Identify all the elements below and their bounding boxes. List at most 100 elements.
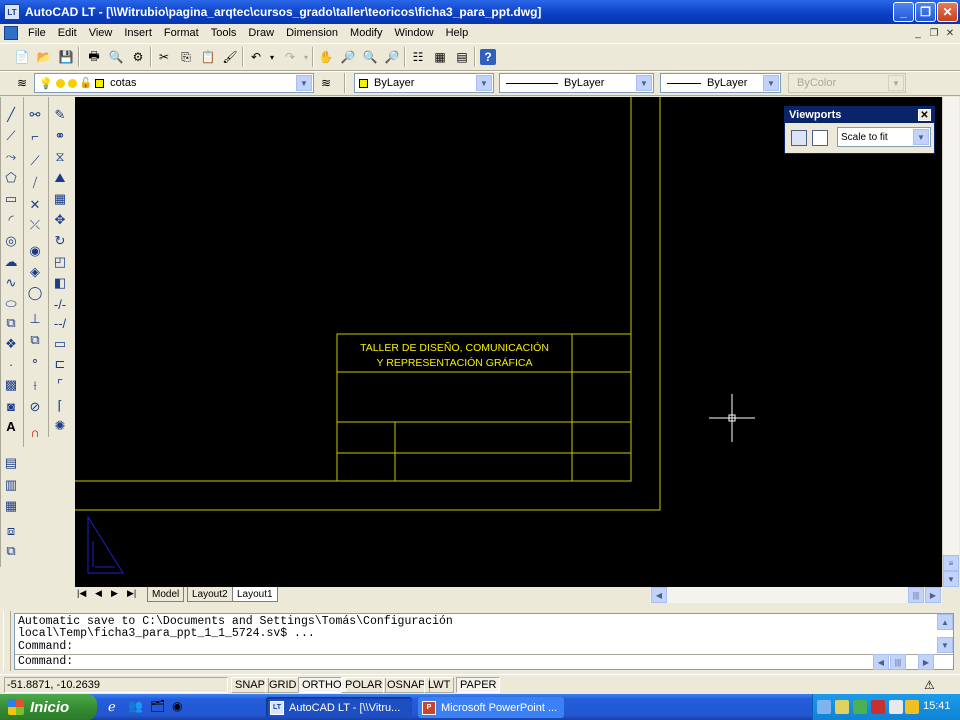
undo-icon[interactable]: ↶ — [248, 49, 264, 65]
scroll-thumb-vertical[interactable]: ≡ — [943, 555, 959, 571]
menu-dimension[interactable]: Dimension — [280, 27, 344, 39]
open-icon[interactable]: 📂 — [36, 49, 52, 65]
viewports-title[interactable]: Viewports — [785, 107, 934, 123]
color-combo[interactable]: ByLayer ▼ — [354, 73, 494, 93]
menu-view[interactable]: View — [83, 27, 119, 39]
construction-line-icon[interactable]: ⟋ — [2, 127, 20, 145]
explorer-icon[interactable]: 🗂 — [150, 699, 166, 715]
first-tab-icon[interactable]: |◀ — [77, 588, 86, 599]
dimension-aligned-icon[interactable]: ▥ — [2, 476, 20, 494]
viewport-icon[interactable]: ⧈ — [2, 522, 20, 540]
menu-modify[interactable]: Modify — [344, 27, 388, 39]
menu-edit[interactable]: Edit — [52, 27, 83, 39]
snap-quadrant-icon[interactable]: ◈ — [26, 263, 44, 281]
maximize-button[interactable]: ❐ — [915, 2, 936, 22]
chamfer-icon[interactable]: ⌜ — [51, 376, 69, 394]
last-tab-icon[interactable]: ▶| — [127, 588, 136, 599]
properties-icon[interactable]: ☷ — [410, 49, 426, 65]
snap-node-icon[interactable]: ∘ — [26, 352, 44, 370]
command-scroll-down-button[interactable]: ▼ — [937, 637, 953, 653]
point-icon[interactable]: · — [2, 355, 20, 373]
menu-format[interactable]: Format — [158, 27, 205, 39]
polar-toggle[interactable]: POLAR — [341, 677, 387, 693]
vertical-scrollbar[interactable] — [942, 97, 959, 587]
tab-layout1[interactable]: Layout1 — [232, 587, 278, 602]
text-icon[interactable]: A — [2, 417, 20, 435]
snap-apparent-intersection-icon[interactable]: ⤫ — [26, 216, 44, 234]
insert-block-icon[interactable]: ⧉ — [2, 314, 20, 332]
chevron-down-icon[interactable]: ▼ — [476, 75, 492, 91]
make-block-icon[interactable]: ❖ — [2, 335, 20, 353]
arc-icon[interactable]: ◜ — [2, 211, 20, 229]
mdi-restore-button[interactable]: ❐ — [926, 26, 942, 40]
lineweight-combo[interactable]: ByLayer ▼ — [660, 73, 781, 93]
tab-layout2[interactable]: Layout2 — [187, 587, 233, 602]
drawing-area[interactable]: TALLER DE DISEÑO, COMUNICACIÓN Y REPRESE… — [75, 97, 942, 587]
next-tab-icon[interactable]: ▶ — [111, 588, 118, 599]
messenger-icon[interactable]: 👥 — [128, 699, 144, 715]
minimize-button[interactable]: _ — [893, 2, 914, 22]
zoom-realtime-icon[interactable]: 🔎 — [340, 49, 356, 65]
move-icon[interactable]: ✥ — [51, 211, 69, 229]
line-icon[interactable]: ╱ — [2, 106, 20, 124]
snap-from-icon[interactable]: ⌐ — [26, 127, 44, 145]
horizontal-scrollbar[interactable] — [650, 587, 942, 603]
layer-combo[interactable]: 💡 🔓 cotas ▼ — [34, 73, 314, 93]
tray-app-icon[interactable] — [835, 700, 849, 714]
snap-endpoint-icon[interactable]: ⟋ — [26, 152, 44, 170]
match-properties-icon[interactable]: 🖌 — [222, 49, 238, 65]
zoom-window-icon[interactable]: 🔍 — [362, 49, 378, 65]
scroll-right-button[interactable]: ▶ — [925, 587, 941, 603]
autocad-app-icon[interactable]: LT — [4, 4, 20, 20]
mdi-close-button[interactable]: ✕ — [942, 26, 958, 40]
menu-window[interactable]: Window — [388, 27, 439, 39]
zoom-extents-icon[interactable]: ⧉ — [2, 542, 20, 560]
plot-preview-icon[interactable]: 🔍 — [108, 49, 124, 65]
osnap-settings-icon[interactable]: ∩ — [26, 423, 44, 441]
chevron-down-icon[interactable]: ▼ — [636, 75, 652, 91]
prev-tab-icon[interactable]: ◀ — [95, 588, 102, 599]
revision-cloud-icon[interactable]: ☁ — [2, 253, 20, 271]
scroll-thumb-horizontal[interactable]: ||| — [908, 587, 924, 603]
rotate-icon[interactable]: ↻ — [51, 232, 69, 250]
dimension-linear-icon[interactable]: ▤ — [2, 454, 20, 472]
close-button[interactable]: ✕ — [937, 2, 958, 22]
snap-nearest-icon[interactable]: ⟊ — [26, 377, 44, 395]
copy-icon[interactable]: ⎘ — [178, 49, 194, 65]
region-icon[interactable]: ◙ — [2, 397, 20, 415]
spline-icon[interactable]: ∿ — [2, 274, 20, 292]
snap-toggle[interactable]: SNAP — [231, 677, 269, 693]
snap-center-icon[interactable]: ◉ — [26, 242, 44, 260]
clock[interactable]: 15:41 — [923, 700, 951, 712]
single-viewport-icon[interactable] — [812, 130, 828, 146]
snap-none-icon[interactable]: ⊘ — [26, 398, 44, 416]
command-scroll-right-button[interactable]: ▶ — [918, 654, 934, 670]
rectangle-icon[interactable]: ▭ — [2, 190, 20, 208]
erase-icon[interactable]: ✎ — [51, 106, 69, 124]
task-autocad[interactable]: LT AutoCAD LT - [\\Vitru... — [266, 697, 412, 718]
dimension-style-icon[interactable]: ▦ — [2, 497, 20, 515]
grid-toggle[interactable]: GRID — [265, 677, 301, 693]
ortho-toggle[interactable]: ORTHO — [298, 677, 346, 693]
document-icon[interactable] — [4, 26, 18, 40]
volume-icon[interactable] — [889, 700, 903, 714]
pan-icon[interactable]: ✋ — [318, 49, 334, 65]
command-scroll-left-button[interactable]: ◀ — [873, 654, 889, 670]
network-icon[interactable] — [817, 700, 831, 714]
polygon-icon[interactable]: ⬠ — [2, 169, 20, 187]
chevron-down-icon[interactable]: ▼ — [913, 129, 929, 145]
scroll-down-button[interactable]: ▼ — [943, 571, 959, 587]
undo-dropdown-icon[interactable]: ▾ — [264, 49, 280, 65]
array-icon[interactable]: ▦ — [51, 190, 69, 208]
make-object-layer-current-icon[interactable]: ≋ — [318, 75, 334, 91]
scroll-left-button[interactable]: ◀ — [651, 587, 667, 603]
media-player-icon[interactable]: ◉ — [172, 699, 188, 715]
tool-palettes-icon[interactable]: ▤ — [454, 49, 470, 65]
menu-draw[interactable]: Draw — [242, 27, 280, 39]
chevron-down-icon[interactable]: ▼ — [763, 75, 779, 91]
extend-icon[interactable]: --/ — [51, 314, 69, 332]
ellipse-icon[interactable]: ⬭ — [2, 295, 20, 313]
zoom-previous-icon[interactable]: 🔎 — [384, 49, 400, 65]
osnap-toggle[interactable]: OSNAP — [383, 677, 430, 693]
break-at-point-icon[interactable]: ▭ — [51, 335, 69, 353]
